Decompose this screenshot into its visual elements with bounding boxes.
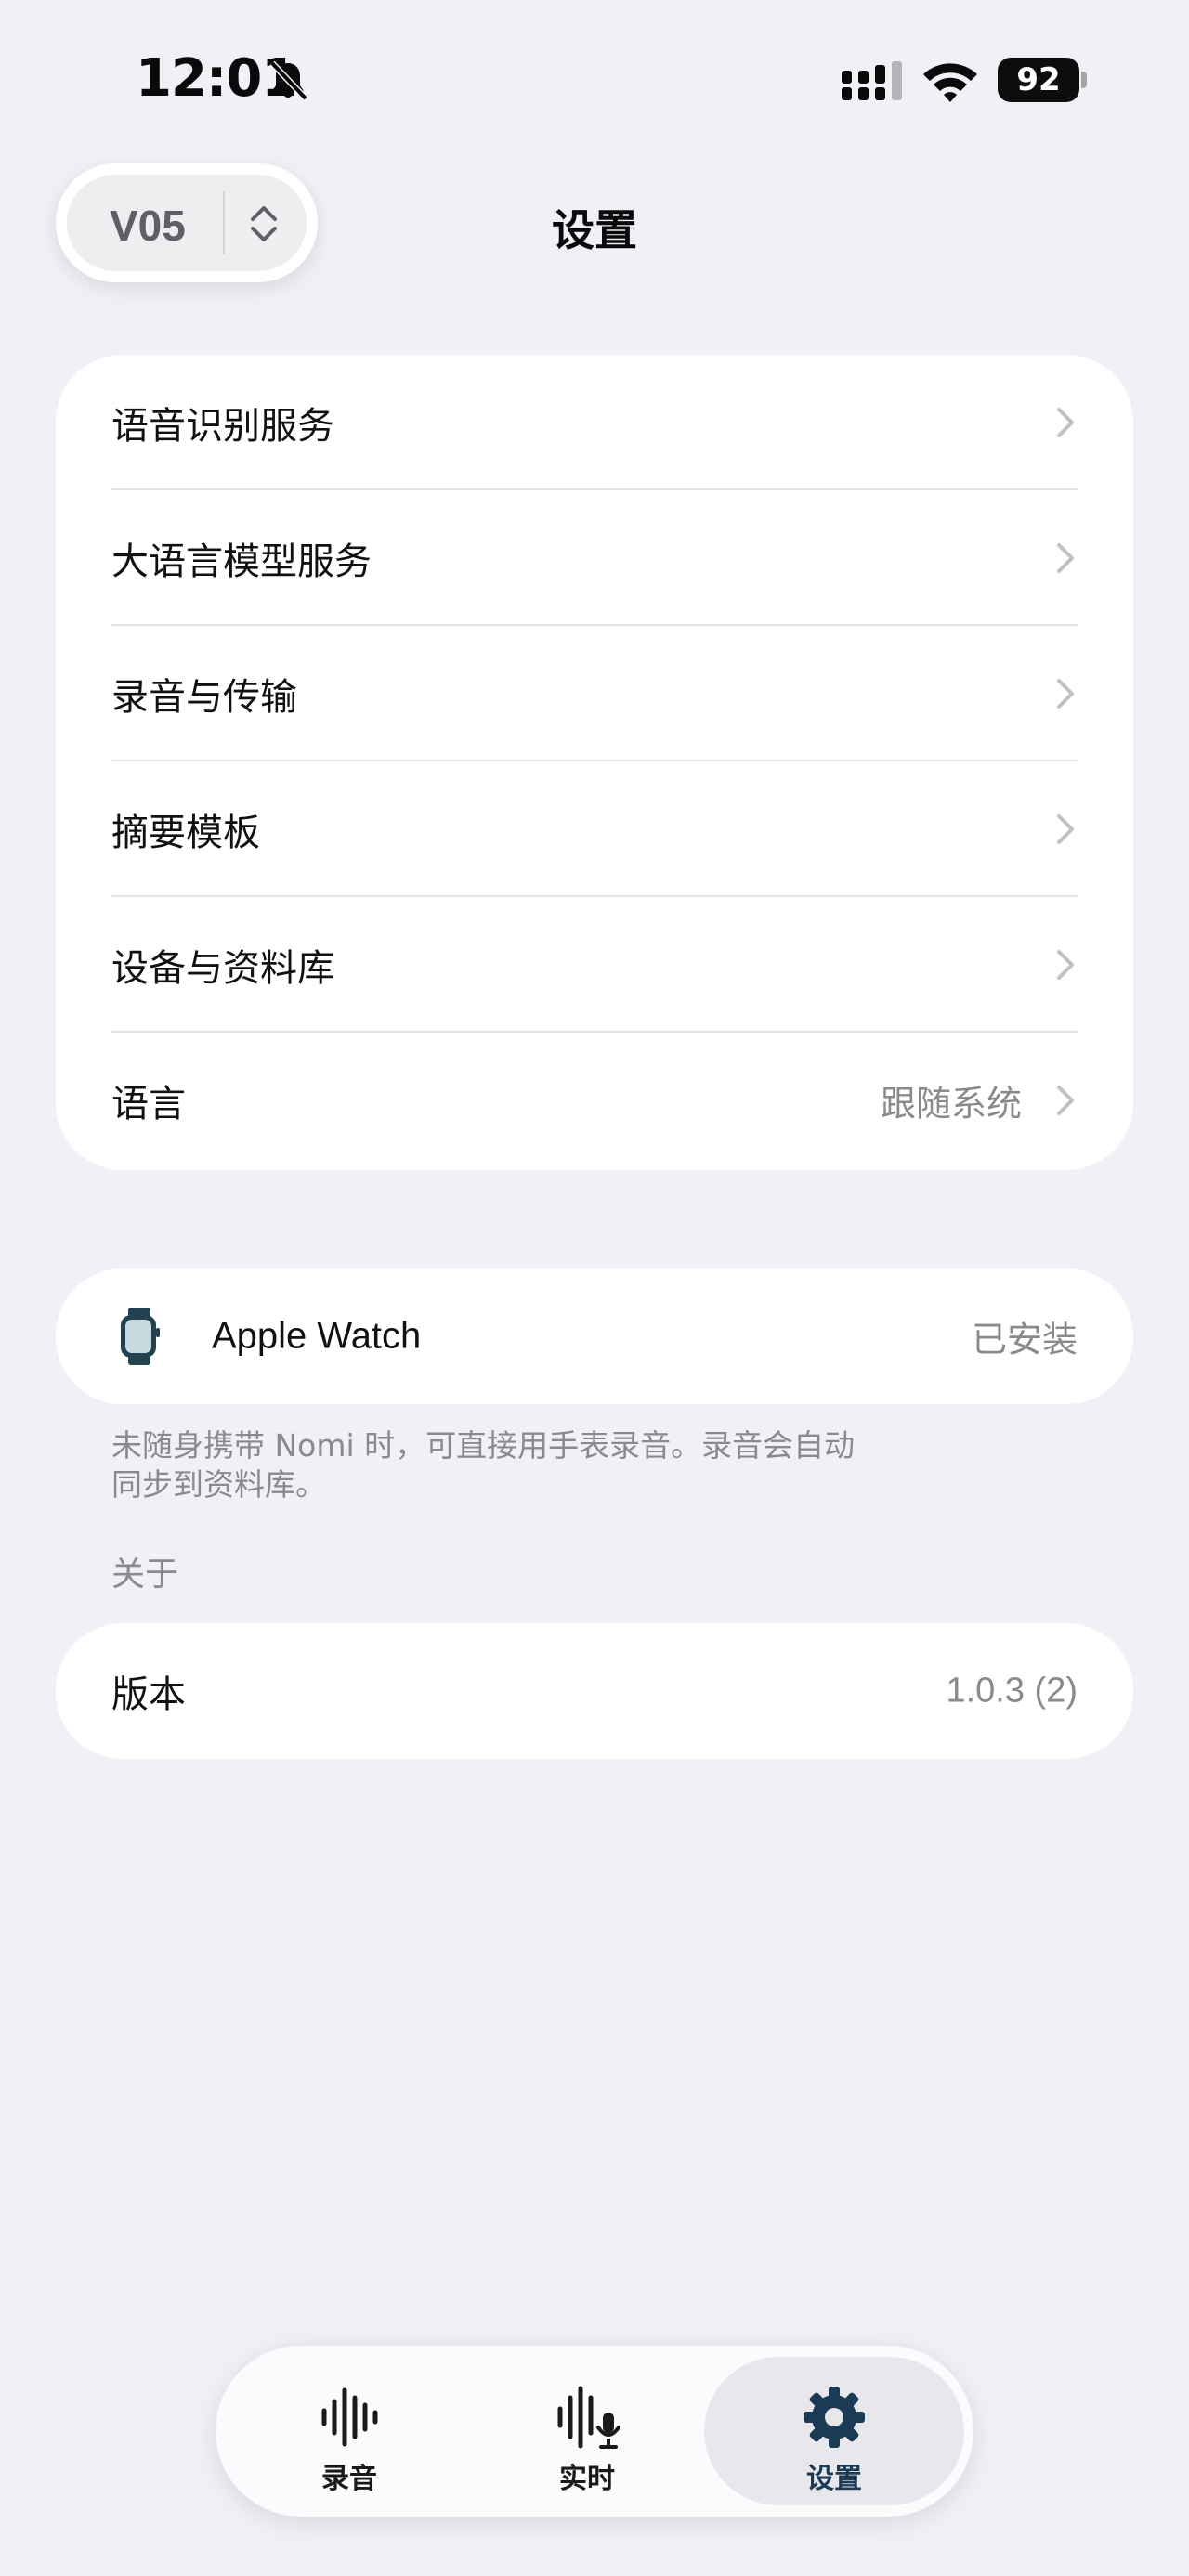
footnote-line: 未随身携带 Nomi 时，可直接用手表录音。录音会自动 xyxy=(111,1427,856,1464)
tab-record[interactable]: 录音 xyxy=(229,2357,470,2505)
tab-settings[interactable]: 设置 xyxy=(704,2357,964,2505)
tab-realtime[interactable]: 实时 xyxy=(466,2357,708,2505)
chevron-right-icon xyxy=(1057,814,1074,844)
cellular-signal-icon xyxy=(842,61,902,100)
language-value: 跟随系统 xyxy=(880,1083,1022,1125)
tab-label: 实时 xyxy=(559,2463,615,2495)
apple-watch-row[interactable]: Apple Watch 已安装 xyxy=(56,1268,1133,1404)
settings-row-recording-transfer[interactable]: 录音与传输 xyxy=(56,626,1133,761)
version-value: 1.0.3 (2) xyxy=(946,1671,1078,1711)
apple-watch-label: Apple Watch xyxy=(212,1315,422,1357)
battery-indicator: 92 xyxy=(998,58,1089,102)
wifi-icon xyxy=(923,63,977,102)
settings-row-label: 语言 xyxy=(111,1083,186,1125)
bell-off-icon xyxy=(269,60,308,101)
waveform-mic-icon xyxy=(557,2386,620,2449)
settings-row-label: 设备与资料库 xyxy=(111,947,334,990)
settings-row-language[interactable]: 语言 跟随系统 xyxy=(56,1033,1133,1168)
settings-row-label: 录音与传输 xyxy=(111,676,297,719)
page-title: 设置 xyxy=(552,205,637,255)
waveform-icon xyxy=(321,2387,378,2447)
settings-row-summary-templates[interactable]: 摘要模板 xyxy=(56,761,1133,897)
chevron-right-icon xyxy=(1057,1086,1074,1115)
version-label: 版本 xyxy=(111,1673,186,1716)
settings-list-card: 语音识别服务 大语言模型服务 录音与传输 摘要模板 设备与资料库 语言 跟随系统 xyxy=(56,355,1133,1170)
settings-row-label: 语音识别服务 xyxy=(111,405,334,448)
battery-tip xyxy=(1081,72,1087,88)
battery-level: 92 xyxy=(998,58,1079,102)
tab-label: 录音 xyxy=(321,2463,377,2495)
chevron-right-icon xyxy=(1057,543,1074,573)
chevron-right-icon xyxy=(1057,679,1074,709)
about-section-header: 关于 xyxy=(111,1555,179,1594)
apple-watch-icon xyxy=(121,1308,160,1365)
gear-icon xyxy=(804,2387,865,2448)
tab-bar: 录音 实时 设置 xyxy=(216,2346,973,2517)
footnote-line: 同步到资料库。 xyxy=(111,1466,326,1503)
settings-row-speech-recognition[interactable]: 语音识别服务 xyxy=(56,355,1133,490)
tab-label: 设置 xyxy=(806,2463,862,2495)
chevron-right-icon xyxy=(1057,950,1074,980)
apple-watch-status: 已安装 xyxy=(971,1319,1078,1360)
apple-watch-footnote: 未随身携带 Nomi 时，可直接用手表录音。录音会自动 同步到资料库。 xyxy=(111,1426,929,1504)
status-bar: 12:01 92 xyxy=(0,0,1189,158)
settings-row-devices-library[interactable]: 设备与资料库 xyxy=(56,897,1133,1033)
chevron-right-icon xyxy=(1057,408,1074,437)
settings-row-label: 摘要模板 xyxy=(111,812,260,854)
settings-row-llm-service[interactable]: 大语言模型服务 xyxy=(56,490,1133,626)
settings-row-label: 大语言模型服务 xyxy=(111,540,372,583)
version-row: 版本 1.0.3 (2) xyxy=(56,1623,1133,1759)
